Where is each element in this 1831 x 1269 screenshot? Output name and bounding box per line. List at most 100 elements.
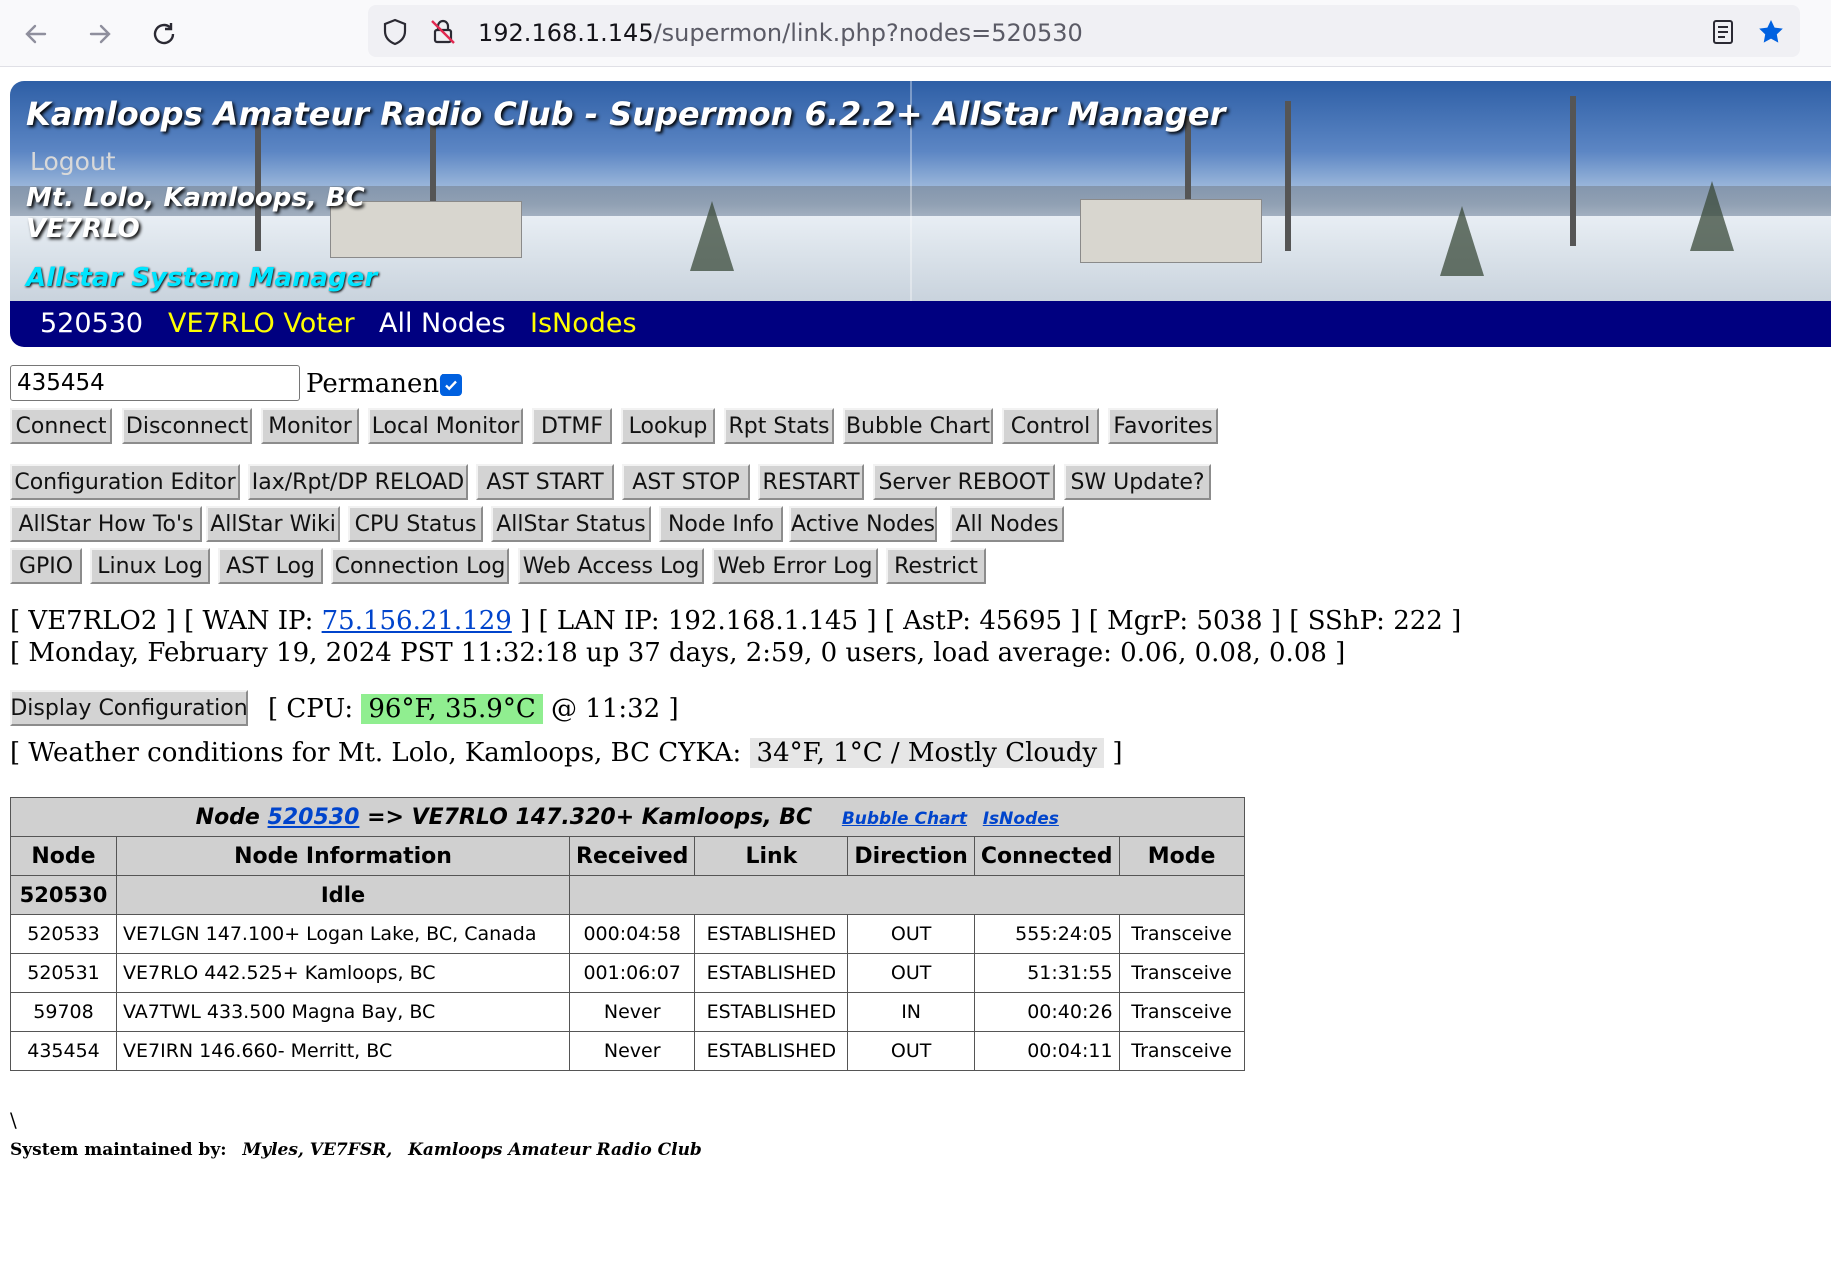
node-status-table: Node 520530 => VE7RLO 147.320+ Kamloops,… [10, 797, 1245, 1071]
linux-log-button[interactable]: Linux Log [90, 548, 210, 584]
web-access-log-button[interactable]: Web Access Log [518, 548, 704, 584]
weather-line: [ Weather conditions for Mt. Lolo, Kamlo… [10, 738, 1123, 768]
row-connected: 00:04:11 [973, 1031, 1120, 1071]
nav-link-voter[interactable]: VE7RLO Voter [168, 308, 355, 339]
row-node-info: VE7RLO 442.525+ Kamloops, BC [116, 953, 570, 993]
back-button[interactable] [16, 14, 56, 54]
row-direction: OUT [847, 1031, 975, 1071]
insecure-lock-icon[interactable] [428, 17, 458, 47]
ast-port: AstP: 45695 [903, 606, 1063, 636]
restart-button[interactable]: RESTART [758, 464, 864, 500]
row-node: 59708 [10, 992, 117, 1032]
ast-start-button[interactable]: AST START [476, 464, 614, 500]
url-path: /supermon/link.php?nodes=520530 [653, 19, 1083, 47]
node-info-button[interactable]: Node Info [659, 506, 783, 542]
table-caption-row: Node 520530 => VE7RLO 147.320+ Kamloops,… [10, 797, 1245, 837]
logout-link[interactable]: Logout [30, 147, 116, 176]
url-text[interactable]: 192.168.1.145/supermon/link.php?nodes=52… [478, 19, 1083, 47]
row-direction: OUT [847, 953, 975, 993]
building [1080, 199, 1262, 263]
row-node-info: VE7IRN 146.660- Merritt, BC [116, 1031, 570, 1071]
allstar-status-button[interactable]: AllStar Status [491, 506, 651, 542]
wan-ip-link[interactable]: 75.156.21.129 [322, 606, 512, 636]
address-bar[interactable]: 192.168.1.145/supermon/link.php?nodes=52… [368, 5, 1800, 57]
caption-node-link[interactable]: 520530 [268, 805, 360, 830]
local-monitor-button[interactable]: Local Monitor [368, 408, 523, 444]
lookup-button[interactable]: Lookup [621, 408, 715, 444]
bookmark-star-icon[interactable] [1756, 17, 1786, 47]
dtmf-button[interactable]: DTMF [532, 408, 612, 444]
bubble-chart-button[interactable]: Bubble Chart [843, 408, 993, 444]
callsign-text: VE7RLO [26, 214, 140, 244]
row-node-info: VE7LGN 147.100+ Logan Lake, BC, Canada [116, 914, 570, 954]
reader-view-icon[interactable] [1708, 17, 1738, 47]
nav-link-isnodes[interactable]: IsNodes [530, 308, 637, 339]
nav-link-all-nodes[interactable]: All Nodes [379, 308, 506, 339]
row-connected: 51:31:55 [973, 953, 1120, 993]
footer-maintainer: System maintained by: Myles, VE7FSR, Kam… [10, 1140, 702, 1160]
caption-bubble-chart-link[interactable]: Bubble Chart [842, 809, 967, 829]
stray-backslash: \ [10, 1108, 17, 1132]
allstar-howtos-button[interactable]: AllStar How To's [10, 506, 202, 542]
connect-button[interactable]: Connect [10, 408, 112, 444]
row-link: ESTABLISHED [694, 914, 849, 954]
ast-stop-button[interactable]: AST STOP [622, 464, 750, 500]
header-banner: Kamloops Amateur Radio Club - Supermon 6… [10, 81, 1831, 301]
forward-button[interactable] [80, 14, 120, 54]
disconnect-button[interactable]: Disconnect [122, 408, 252, 444]
display-configuration-button[interactable]: Display Configuration [10, 690, 248, 726]
row-mode: Transceive [1118, 1031, 1245, 1071]
row-connected: 00:40:26 [973, 992, 1120, 1032]
configuration-editor-button[interactable]: Configuration Editor [10, 464, 240, 500]
monitor-button[interactable]: Monitor [261, 408, 359, 444]
sw-update-button[interactable]: SW Update? [1064, 464, 1211, 500]
shield-icon[interactable] [380, 17, 410, 47]
row-received: Never [568, 1031, 696, 1071]
radio-tower [1285, 101, 1291, 251]
all-nodes-button[interactable]: All Nodes [950, 506, 1064, 542]
nav-link-node[interactable]: 520530 [40, 308, 143, 339]
control-button[interactable]: Control [1002, 408, 1099, 444]
allstar-wiki-button[interactable]: AllStar Wiki [206, 506, 340, 542]
url-host: 192.168.1.145 [478, 19, 654, 47]
browser-toolbar: 192.168.1.145/supermon/link.php?nodes=52… [0, 0, 1831, 67]
row-link: ESTABLISHED [694, 1031, 849, 1071]
connection-log-button[interactable]: Connection Log [331, 548, 509, 584]
reload-config-button[interactable]: Iax/Rpt/DP RELOAD [248, 464, 468, 500]
system-manager-subtitle: Allstar System Manager [26, 263, 378, 293]
row-node-info: VA7TWL 433.500 Magna Bay, BC [116, 992, 570, 1032]
ast-log-button[interactable]: AST Log [218, 548, 323, 584]
cpu-temp-line: [ CPU: 96°F, 35.9°C @ 11:32 ] [268, 694, 679, 724]
gpio-button[interactable]: GPIO [10, 548, 82, 584]
row-link: ESTABLISHED [694, 992, 849, 1032]
checkmark-icon [445, 380, 457, 391]
ssh-port: SShP: 222 [1307, 606, 1443, 636]
table-row: 520533 VE7LGN 147.100+ Logan Lake, BC, C… [10, 914, 1245, 954]
table-header-row: Node Node Information Received Link Dire… [10, 836, 1245, 876]
cpu-status-button[interactable]: CPU Status [348, 506, 483, 542]
maintainer-name: Myles, VE7FSR, [242, 1140, 393, 1160]
favorites-button[interactable]: Favorites [1108, 408, 1218, 444]
web-error-log-button[interactable]: Web Error Log [712, 548, 878, 584]
weather-label: [ Weather conditions for Mt. Lolo, Kamlo… [10, 738, 742, 768]
node-number-input[interactable] [10, 365, 300, 401]
reload-icon [153, 23, 175, 45]
row-received: 000:04:58 [568, 914, 696, 954]
club-name: Kamloops Amateur Radio Club [408, 1140, 702, 1160]
active-nodes-button[interactable]: Active Nodes [789, 506, 937, 542]
restrict-button[interactable]: Restrict [886, 548, 986, 584]
column-header-connected: Connected [973, 836, 1120, 876]
permanent-checkbox[interactable] [440, 374, 462, 396]
row-connected: 555:24:05 [973, 914, 1120, 954]
caption-isnodes-link[interactable]: IsNodes [983, 809, 1059, 829]
reload-button[interactable] [144, 14, 184, 54]
rpt-stats-button[interactable]: Rpt Stats [724, 408, 834, 444]
location-text: Mt. Lolo, Kamloops, BC [26, 183, 365, 213]
table-row: 520531 VE7RLO 442.525+ Kamloops, BC 001:… [10, 953, 1245, 993]
self-node-row: 520530 Idle [10, 875, 1245, 915]
self-node-status: Idle [116, 875, 570, 915]
host-info-line: [ VE7RLO2 ] [ WAN IP: 75.156.21.129 ] [ … [10, 606, 1462, 636]
server-reboot-button[interactable]: Server REBOOT [873, 464, 1055, 500]
column-header-node: Node [10, 836, 117, 876]
cpu-temp-value: 96°F, 35.9°C [361, 694, 543, 724]
